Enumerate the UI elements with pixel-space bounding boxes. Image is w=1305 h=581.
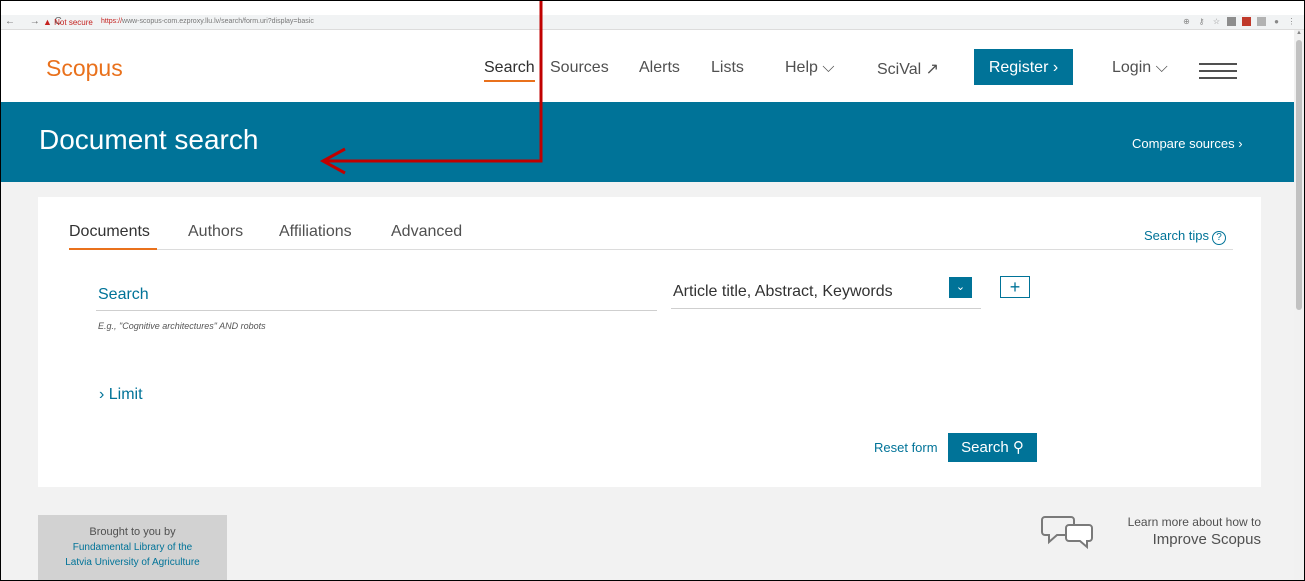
screenshot-frame: ← → C ▲ Not secure https://www-scopus-co… bbox=[0, 0, 1305, 581]
annotation-arrow bbox=[319, 1, 543, 175]
